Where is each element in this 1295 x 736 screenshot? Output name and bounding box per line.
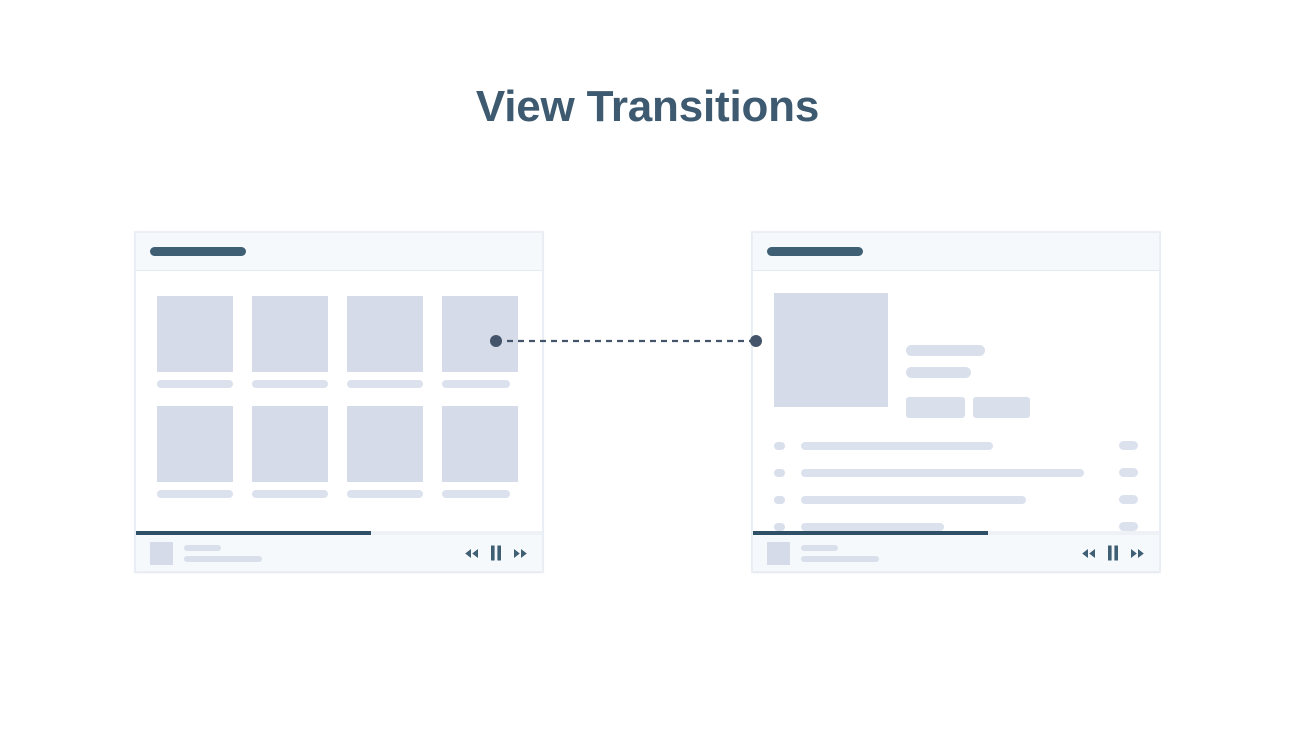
progress-track[interactable] — [753, 531, 1159, 535]
card-caption — [442, 380, 510, 388]
rewind-icon[interactable] — [1081, 548, 1096, 559]
fast-forward-icon[interactable] — [1130, 548, 1145, 559]
pause-icon[interactable] — [1107, 545, 1119, 561]
grid-card[interactable] — [157, 296, 233, 388]
list-item-marker-icon — [774, 468, 785, 477]
now-playing-subtitle-placeholder — [801, 555, 879, 562]
grid-view-body — [136, 271, 542, 537]
now-playing-text — [801, 544, 879, 562]
card-caption — [252, 490, 328, 498]
list-item-meta-placeholder — [1119, 522, 1138, 531]
grid-card[interactable] — [347, 296, 423, 388]
list-item-meta-placeholder — [1119, 468, 1138, 477]
grid-view-panel — [135, 232, 543, 572]
progress-fill — [753, 531, 989, 535]
list-item[interactable] — [774, 459, 1159, 486]
card-thumbnail — [157, 406, 233, 482]
card-caption — [252, 380, 328, 388]
card-thumbnail — [442, 296, 518, 372]
detail-view-panel — [752, 232, 1160, 572]
player-bar — [136, 531, 542, 571]
detail-title-placeholder — [906, 345, 985, 356]
list-item-meta-placeholder — [1119, 495, 1138, 504]
transport-controls — [1081, 545, 1145, 561]
player-bar — [753, 531, 1159, 571]
now-playing-thumbnail — [150, 541, 173, 565]
detail-track-list — [753, 418, 1159, 540]
list-item-marker-icon — [774, 441, 785, 450]
progress-fill — [136, 531, 372, 535]
list-item-label-placeholder — [801, 468, 1084, 477]
card-thumbnail — [442, 406, 518, 482]
detail-view-header — [753, 233, 1159, 271]
detail-meta — [906, 293, 1030, 418]
list-item-label-placeholder — [801, 522, 944, 531]
fast-forward-icon[interactable] — [513, 548, 528, 559]
now-playing-subtitle-placeholder — [184, 555, 262, 562]
detail-primary-button[interactable] — [906, 397, 965, 418]
grid-card[interactable] — [252, 406, 328, 498]
header-title-placeholder — [767, 247, 863, 256]
list-item-meta-placeholder — [1119, 441, 1138, 450]
detail-hero-row — [753, 271, 1159, 418]
list-item-marker-icon — [774, 522, 785, 531]
grid-view-header — [136, 233, 542, 271]
transport-controls — [464, 545, 528, 561]
pause-icon[interactable] — [490, 545, 502, 561]
card-thumbnail — [347, 296, 423, 372]
grid-card[interactable] — [252, 296, 328, 388]
grid-card[interactable] — [442, 406, 518, 498]
progress-track[interactable] — [136, 531, 542, 535]
grid-card[interactable] — [347, 406, 423, 498]
rewind-icon[interactable] — [464, 548, 479, 559]
now-playing-title-placeholder — [184, 544, 221, 551]
card-thumbnail — [347, 406, 423, 482]
grid-card[interactable] — [157, 406, 233, 498]
now-playing-thumbnail — [767, 541, 790, 565]
header-title-placeholder — [150, 247, 246, 256]
grid-card-source[interactable] — [442, 296, 518, 388]
card-thumbnail — [252, 406, 328, 482]
list-item-label-placeholder — [801, 441, 993, 450]
card-caption — [442, 490, 510, 498]
list-item[interactable] — [774, 486, 1159, 513]
card-thumbnail — [252, 296, 328, 372]
detail-secondary-button[interactable] — [973, 397, 1030, 418]
page-title: View Transitions — [475, 82, 820, 131]
card-thumbnail — [157, 296, 233, 372]
now-playing-text — [184, 544, 262, 562]
card-caption — [157, 380, 233, 388]
list-item[interactable] — [774, 432, 1159, 459]
detail-view-body — [753, 271, 1159, 537]
card-caption — [347, 490, 423, 498]
now-playing-title-placeholder — [801, 544, 838, 551]
list-item-label-placeholder — [801, 495, 1026, 504]
list-item-marker-icon — [774, 495, 785, 504]
detail-subtitle-placeholder — [906, 367, 971, 378]
detail-hero-image — [774, 293, 888, 407]
card-grid — [136, 271, 542, 498]
card-caption — [157, 490, 233, 498]
card-caption — [347, 380, 423, 388]
detail-action-buttons — [906, 397, 1030, 418]
